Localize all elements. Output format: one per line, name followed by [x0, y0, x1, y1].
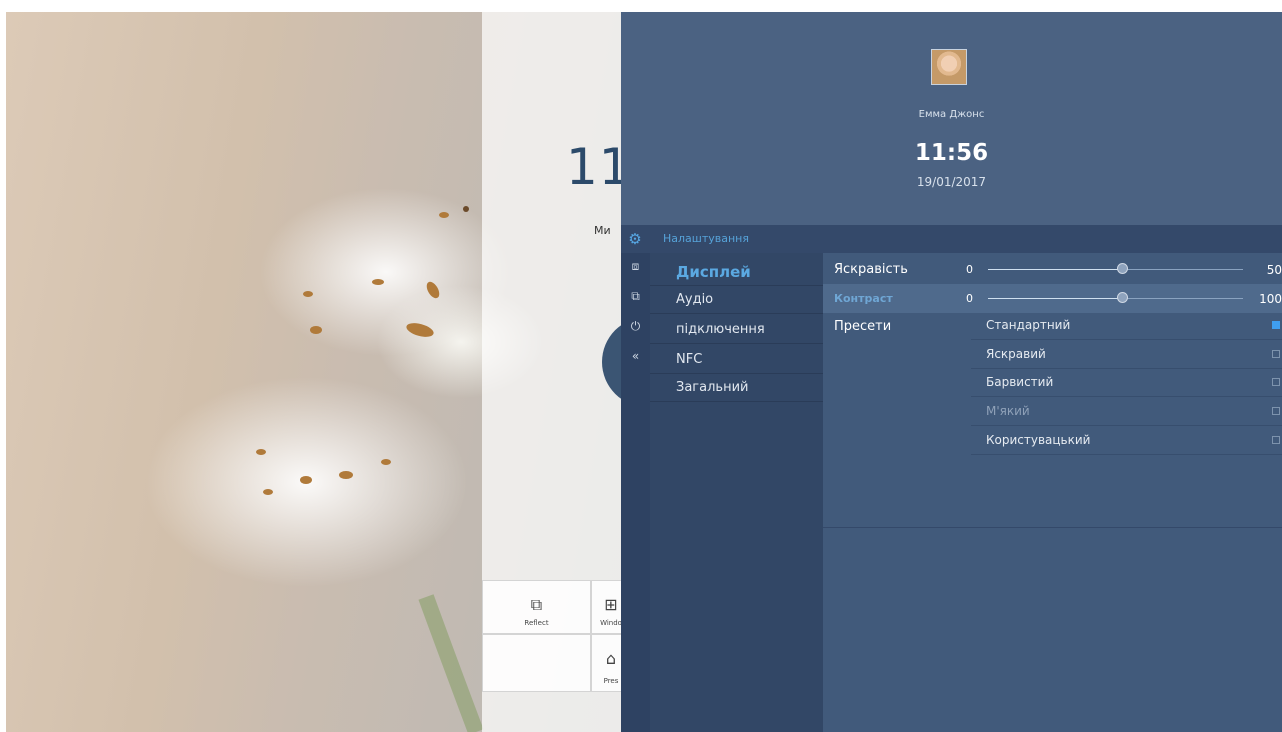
home-tiles: ⧉ Reflect ⊞ Windo ⌂ Pres — [482, 580, 631, 732]
brightness-label: Яскравість — [834, 262, 908, 277]
preset-checkbox[interactable] — [1272, 436, 1280, 444]
preset-option[interactable]: Яскравий — [971, 340, 1282, 369]
panel-time: 11:56 — [914, 140, 989, 166]
category-audio[interactable]: Аудіо — [650, 285, 823, 314]
icon-rail: ⧈ ⧉ ⏻ « — [621, 253, 650, 732]
category-nfc[interactable]: NFC — [650, 345, 823, 374]
brightness-knob[interactable] — [1117, 263, 1129, 274]
windows-icon[interactable]: ⧉ — [626, 287, 645, 305]
screen: 11:56 Ми ⧉ Reflect ⊞ Windo ⌂ Pres Емма Д… — [6, 12, 1282, 732]
contrast-slider[interactable] — [988, 292, 1243, 303]
preset-checkbox[interactable] — [1272, 407, 1280, 415]
category-display[interactable]: Дисплей — [650, 257, 823, 286]
contrast-row: Контраст 0 100 — [823, 284, 1282, 313]
contrast-max: 100 — [1259, 292, 1282, 306]
category-connection[interactable]: підключення — [650, 315, 823, 344]
contrast-label: Контраст — [834, 292, 893, 305]
tile-reflect[interactable]: ⧉ Reflect — [482, 580, 591, 634]
home-greeting: Ми — [594, 224, 611, 237]
power-icon[interactable]: ⏻ — [626, 317, 645, 335]
preset-option[interactable]: Барвистий — [971, 368, 1282, 397]
collapse-icon[interactable]: « — [626, 347, 645, 365]
category-list: Дисплей Аудіо підключення NFC Загальний — [650, 253, 823, 732]
avatar[interactable] — [931, 49, 967, 85]
panel-date: 19/01/2017 — [916, 175, 987, 189]
contrast-min: 0 — [966, 292, 973, 305]
display-icon[interactable]: ⧈ — [626, 257, 645, 275]
presets-group: Пресети Стандартний Яскравий Барвистий М… — [823, 311, 1282, 528]
settings-titlebar: ⚙ Налаштування — [621, 225, 1282, 253]
presets-label: Пресети — [834, 319, 892, 334]
profile-header: Емма Джонс 11:56 19/01/2017 — [621, 12, 1282, 225]
contrast-knob[interactable] — [1117, 292, 1129, 303]
screen-share-icon: ⧉ — [530, 595, 543, 614]
tile-empty[interactable] — [482, 634, 591, 692]
brightness-min: 0 — [966, 263, 973, 276]
brightness-fill — [988, 269, 1124, 270]
gear-icon[interactable]: ⚙ — [626, 230, 644, 248]
presets-divider — [823, 527, 1282, 528]
brightness-row: Яскравість 0 50 — [823, 255, 1282, 284]
settings-panel: Емма Джонс 11:56 19/01/2017 ⚙ Налаштуван… — [621, 12, 1282, 732]
user-name: Емма Джонс — [918, 109, 985, 120]
category-general[interactable]: Загальний — [650, 373, 823, 402]
presentation-icon: ⌂ — [605, 649, 617, 668]
preset-checkbox[interactable] — [1272, 321, 1280, 329]
contrast-fill — [988, 298, 1124, 299]
preset-option[interactable]: М'який — [971, 397, 1282, 426]
preset-option[interactable]: Стандартний — [971, 311, 1282, 340]
brightness-slider[interactable] — [988, 263, 1243, 274]
brightness-max: 50 — [1266, 263, 1282, 277]
display-settings: Яскравість 0 50 Контраст 0 100 Пресети С… — [823, 253, 1282, 732]
preset-checkbox[interactable] — [1272, 350, 1280, 358]
windows-icon: ⊞ — [604, 595, 618, 614]
preset-checkbox[interactable] — [1272, 378, 1280, 386]
preset-option[interactable]: Користувацький — [971, 426, 1282, 455]
settings-title: Налаштування — [663, 232, 749, 245]
